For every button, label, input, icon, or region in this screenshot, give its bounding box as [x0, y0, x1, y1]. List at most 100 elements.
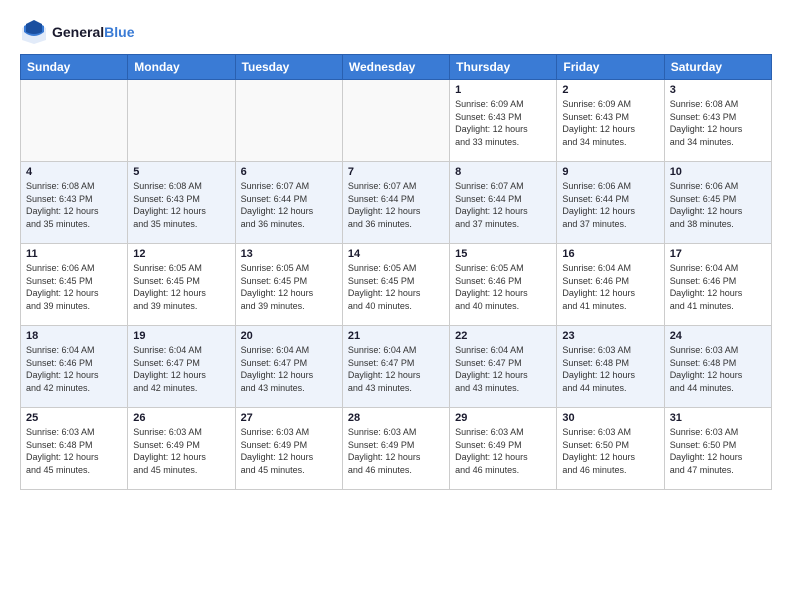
calendar-header-saturday: Saturday [664, 55, 771, 80]
calendar-header-row: SundayMondayTuesdayWednesdayThursdayFrid… [21, 55, 772, 80]
header: GeneralBlue [20, 18, 772, 46]
day-number: 1 [455, 84, 551, 96]
day-info: Sunrise: 6:04 AM Sunset: 6:46 PM Dayligh… [26, 344, 122, 394]
calendar-cell [21, 80, 128, 162]
calendar-header-thursday: Thursday [450, 55, 557, 80]
day-info: Sunrise: 6:09 AM Sunset: 6:43 PM Dayligh… [562, 98, 658, 148]
day-info: Sunrise: 6:03 AM Sunset: 6:48 PM Dayligh… [562, 344, 658, 394]
day-number: 12 [133, 248, 229, 260]
calendar-cell: 15 Sunrise: 6:05 AM Sunset: 6:46 PM Dayli… [450, 244, 557, 326]
day-info: Sunrise: 6:07 AM Sunset: 6:44 PM Dayligh… [455, 180, 551, 230]
day-number: 14 [348, 248, 444, 260]
calendar-week-3: 11 Sunrise: 6:06 AM Sunset: 6:45 PM Dayli… [21, 244, 772, 326]
day-info: Sunrise: 6:03 AM Sunset: 6:49 PM Dayligh… [455, 426, 551, 476]
calendar-header-tuesday: Tuesday [235, 55, 342, 80]
day-number: 4 [26, 166, 122, 178]
calendar-cell [128, 80, 235, 162]
calendar-cell: 11 Sunrise: 6:06 AM Sunset: 6:45 PM Dayli… [21, 244, 128, 326]
calendar-cell: 22 Sunrise: 6:04 AM Sunset: 6:47 PM Dayli… [450, 326, 557, 408]
day-number: 27 [241, 412, 337, 424]
calendar-cell: 18 Sunrise: 6:04 AM Sunset: 6:46 PM Dayli… [21, 326, 128, 408]
day-number: 18 [26, 330, 122, 342]
calendar-cell: 6 Sunrise: 6:07 AM Sunset: 6:44 PM Daylig… [235, 162, 342, 244]
calendar-cell: 2 Sunrise: 6:09 AM Sunset: 6:43 PM Daylig… [557, 80, 664, 162]
day-info: Sunrise: 6:04 AM Sunset: 6:47 PM Dayligh… [455, 344, 551, 394]
calendar-cell: 24 Sunrise: 6:03 AM Sunset: 6:48 PM Dayli… [664, 326, 771, 408]
calendar-cell: 3 Sunrise: 6:08 AM Sunset: 6:43 PM Daylig… [664, 80, 771, 162]
calendar-cell: 25 Sunrise: 6:03 AM Sunset: 6:48 PM Dayli… [21, 408, 128, 490]
day-number: 25 [26, 412, 122, 424]
day-number: 9 [562, 166, 658, 178]
calendar-header-friday: Friday [557, 55, 664, 80]
day-info: Sunrise: 6:07 AM Sunset: 6:44 PM Dayligh… [241, 180, 337, 230]
calendar-cell: 21Sunrise: 6:04 AM Sunset: 6:47 PM Dayli… [342, 326, 449, 408]
day-number: 10 [670, 166, 766, 178]
calendar-week-4: 18 Sunrise: 6:04 AM Sunset: 6:46 PM Dayli… [21, 326, 772, 408]
day-number: 15 [455, 248, 551, 260]
logo-text: GeneralBlue [52, 24, 134, 40]
calendar-week-1: 1 Sunrise: 6:09 AM Sunset: 6:43 PM Daylig… [21, 80, 772, 162]
calendar-cell: 31 Sunrise: 6:03 AM Sunset: 6:50 PM Dayli… [664, 408, 771, 490]
calendar-cell: 10 Sunrise: 6:06 AM Sunset: 6:45 PM Dayli… [664, 162, 771, 244]
calendar-cell: 12 Sunrise: 6:05 AM Sunset: 6:45 PM Dayli… [128, 244, 235, 326]
day-number: 5 [133, 166, 229, 178]
day-number: 29 [455, 412, 551, 424]
day-info: Sunrise: 6:04 AM Sunset: 6:46 PM Dayligh… [670, 262, 766, 312]
calendar-header-monday: Monday [128, 55, 235, 80]
calendar-cell: 13 Sunrise: 6:05 AM Sunset: 6:45 PM Dayli… [235, 244, 342, 326]
calendar-cell: 7 Sunrise: 6:07 AM Sunset: 6:44 PM Daylig… [342, 162, 449, 244]
calendar-cell: 4Sunrise: 6:08 AM Sunset: 6:43 PM Daylig… [21, 162, 128, 244]
calendar-cell: 20 Sunrise: 6:04 AM Sunset: 6:47 PM Dayli… [235, 326, 342, 408]
calendar-header-wednesday: Wednesday [342, 55, 449, 80]
calendar-cell: 29 Sunrise: 6:03 AM Sunset: 6:49 PM Dayli… [450, 408, 557, 490]
day-number: 11 [26, 248, 122, 260]
day-number: 24 [670, 330, 766, 342]
calendar-cell: 8Sunrise: 6:07 AM Sunset: 6:44 PM Daylig… [450, 162, 557, 244]
day-info: Sunrise: 6:04 AM Sunset: 6:47 PM Dayligh… [241, 344, 337, 394]
day-info: Sunrise: 6:05 AM Sunset: 6:46 PM Dayligh… [455, 262, 551, 312]
day-number: 21 [348, 330, 444, 342]
day-number: 7 [348, 166, 444, 178]
day-info: Sunrise: 6:03 AM Sunset: 6:48 PM Dayligh… [670, 344, 766, 394]
day-number: 2 [562, 84, 658, 96]
day-info: Sunrise: 6:06 AM Sunset: 6:44 PM Dayligh… [562, 180, 658, 230]
day-info: Sunrise: 6:05 AM Sunset: 6:45 PM Dayligh… [348, 262, 444, 312]
calendar-week-2: 4 Sunrise: 6:08 AM Sunset: 6:43 PM Daylig… [21, 162, 772, 244]
calendar-cell: 30Sunrise: 6:03 AM Sunset: 6:50 PM Dayli… [557, 408, 664, 490]
day-info: Sunrise: 6:03 AM Sunset: 6:49 PM Dayligh… [348, 426, 444, 476]
day-number: 31 [670, 412, 766, 424]
day-info: Sunrise: 6:03 AM Sunset: 6:48 PM Dayligh… [26, 426, 122, 476]
calendar-cell: 17 Sunrise: 6:04 AM Sunset: 6:46 PM Dayli… [664, 244, 771, 326]
day-number: 13 [241, 248, 337, 260]
day-info: Sunrise: 6:06 AM Sunset: 6:45 PM Dayligh… [670, 180, 766, 230]
calendar-cell: 23Sunrise: 6:03 AM Sunset: 6:48 PM Dayli… [557, 326, 664, 408]
logo: GeneralBlue [20, 18, 134, 46]
day-number: 3 [670, 84, 766, 96]
day-number: 22 [455, 330, 551, 342]
calendar-cell: 28 Sunrise: 6:03 AM Sunset: 6:49 PM Dayli… [342, 408, 449, 490]
day-info: Sunrise: 6:03 AM Sunset: 6:49 PM Dayligh… [133, 426, 229, 476]
day-info: Sunrise: 6:06 AM Sunset: 6:45 PM Dayligh… [26, 262, 122, 312]
calendar-cell [235, 80, 342, 162]
day-info: Sunrise: 6:03 AM Sunset: 6:50 PM Dayligh… [670, 426, 766, 476]
day-info: Sunrise: 6:07 AM Sunset: 6:44 PM Dayligh… [348, 180, 444, 230]
day-number: 6 [241, 166, 337, 178]
logo-icon [20, 18, 48, 46]
day-number: 28 [348, 412, 444, 424]
day-number: 20 [241, 330, 337, 342]
day-number: 26 [133, 412, 229, 424]
calendar-cell: 16Sunrise: 6:04 AM Sunset: 6:46 PM Dayli… [557, 244, 664, 326]
day-info: Sunrise: 6:08 AM Sunset: 6:43 PM Dayligh… [133, 180, 229, 230]
day-info: Sunrise: 6:08 AM Sunset: 6:43 PM Dayligh… [670, 98, 766, 148]
calendar-cell [342, 80, 449, 162]
day-info: Sunrise: 6:09 AM Sunset: 6:43 PM Dayligh… [455, 98, 551, 148]
day-number: 16 [562, 248, 658, 260]
page: GeneralBlue SundayMondayTuesdayWednesday… [0, 0, 792, 612]
day-info: Sunrise: 6:05 AM Sunset: 6:45 PM Dayligh… [133, 262, 229, 312]
calendar-cell: 14 Sunrise: 6:05 AM Sunset: 6:45 PM Dayli… [342, 244, 449, 326]
day-info: Sunrise: 6:05 AM Sunset: 6:45 PM Dayligh… [241, 262, 337, 312]
calendar-cell: 5 Sunrise: 6:08 AM Sunset: 6:43 PM Daylig… [128, 162, 235, 244]
calendar-cell: 19Sunrise: 6:04 AM Sunset: 6:47 PM Dayli… [128, 326, 235, 408]
day-number: 17 [670, 248, 766, 260]
day-info: Sunrise: 6:04 AM Sunset: 6:47 PM Dayligh… [133, 344, 229, 394]
